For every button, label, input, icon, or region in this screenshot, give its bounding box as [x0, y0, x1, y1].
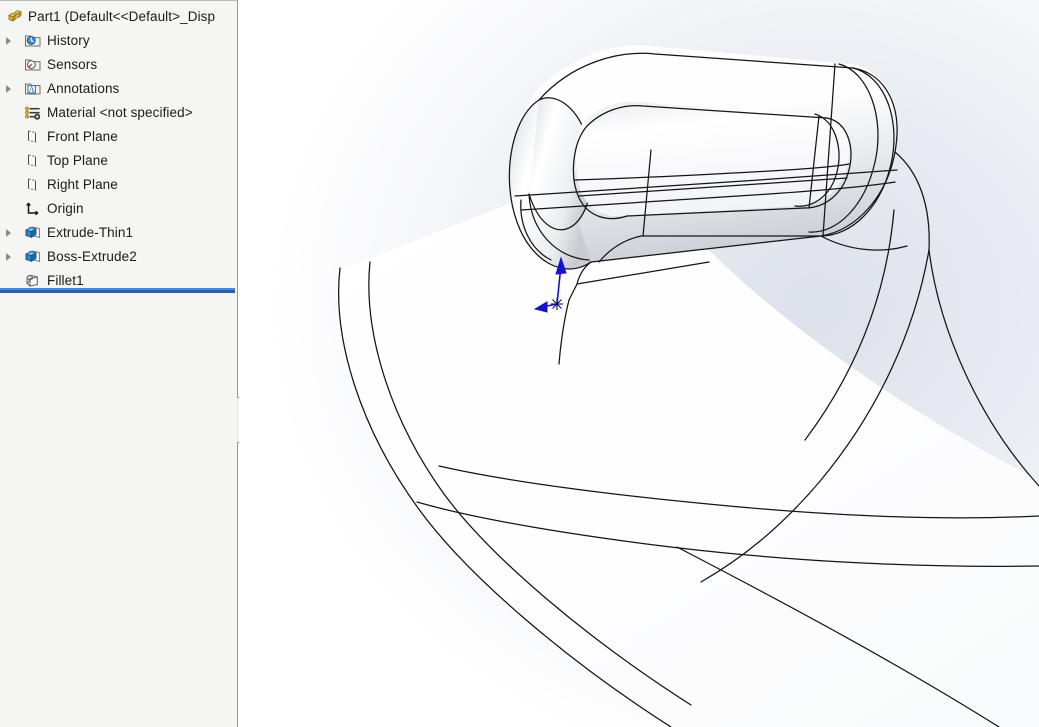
tree-item-label: Material <not specified> — [47, 105, 193, 120]
tree-item-front-plane[interactable]: Front Plane — [0, 125, 237, 149]
tree-item-annotations[interactable]: A Annotations — [0, 77, 237, 101]
tree-item-label: Front Plane — [47, 129, 118, 144]
tree-item-right-plane[interactable]: Right Plane — [0, 173, 237, 197]
history-folder-icon — [24, 32, 42, 50]
origin-icon — [24, 200, 42, 218]
tree-item-sensors[interactable]: Sensors — [0, 53, 237, 77]
sensors-folder-icon — [24, 56, 42, 74]
tree-item-label: Sensors — [47, 57, 98, 72]
chevron-right-icon[interactable] — [6, 253, 11, 261]
svg-text:A: A — [29, 85, 35, 94]
plane-icon — [24, 152, 42, 170]
feature-manager-panel[interactable]: Part1 (Default<<Default>_Disp History Se… — [0, 0, 238, 727]
panel-top-divider — [0, 0, 237, 1]
tree-item-label: History — [47, 33, 90, 48]
annotations-folder-icon: A — [24, 80, 42, 98]
tree-item-boss-extrude2[interactable]: Boss-Extrude2 — [0, 245, 237, 269]
tree-item-label: Right Plane — [47, 177, 118, 192]
feature-tree-list[interactable]: Part1 (Default<<Default>_Disp History Se… — [0, 5, 237, 293]
tree-item-label: Extrude-Thin1 — [47, 225, 134, 240]
chevron-right-icon[interactable] — [6, 229, 11, 237]
tree-item-extrude-thin1[interactable]: Extrude-Thin1 — [0, 221, 237, 245]
part-root-label: Part1 (Default<<Default>_Disp — [28, 9, 216, 24]
tree-item-origin[interactable]: Origin — [0, 197, 237, 221]
tree-item-label: Boss-Extrude2 — [47, 249, 137, 264]
part-icon — [6, 8, 24, 26]
tree-item-top-plane[interactable]: Top Plane — [0, 149, 237, 173]
tree-item-part-root[interactable]: Part1 (Default<<Default>_Disp — [0, 5, 237, 29]
chevron-right-icon[interactable] — [6, 37, 11, 45]
tree-item-label: Top Plane — [47, 153, 108, 168]
graphics-area[interactable] — [239, 0, 1039, 727]
tree-item-history[interactable]: History — [0, 29, 237, 53]
extrude-icon — [24, 224, 42, 242]
tree-item-label: Annotations — [47, 81, 120, 96]
plane-icon — [24, 176, 42, 194]
extrude-icon — [24, 248, 42, 266]
tree-item-material[interactable]: Material <not specified> — [0, 101, 237, 125]
model-geometry[interactable] — [239, 0, 1039, 727]
solidworks-window: Part1 (Default<<Default>_Disp History Se… — [0, 0, 1039, 727]
rollback-bar[interactable] — [0, 290, 235, 293]
plane-icon — [24, 128, 42, 146]
chevron-right-icon[interactable] — [6, 85, 11, 93]
tree-item-label: Origin — [47, 201, 84, 216]
material-icon — [24, 104, 42, 122]
